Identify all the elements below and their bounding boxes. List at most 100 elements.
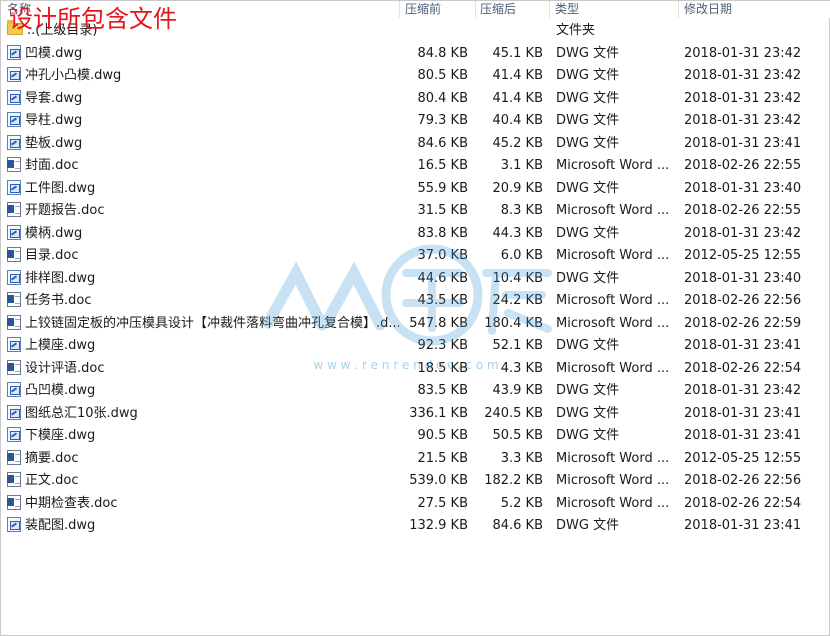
size-before: 55.9 KB [417,180,468,196]
modified-date: 2018-01-31 23:40 [684,270,802,286]
archive-window: 名称 压缩前 压缩后 类型 修改日期 设计所包含文件 ..(上级目录) 文件夹 … [0,0,830,636]
file-name: 任务书.doc [25,293,92,308]
size-before: 43.5 KB [417,293,468,308]
size-after: 3.3 KB [500,450,543,466]
file-row[interactable]: 排样图.dwg 44.6 KB 10.4 KB DWG 文件 2018-01-31 23… [1,268,830,291]
dwg-file-icon [7,179,21,195]
file-name: 凹模.dwg [25,45,83,61]
file-type: DWG 文件 [556,113,620,128]
file-name-cell: 排样图.dwg [7,268,399,291]
file-row[interactable]: 上模座.dwg 92.3 KB 52.1 KB DWG 文件 2018-01-31 23… [1,335,830,358]
file-type: Microsoft Word ... [556,293,670,308]
size-after: 4.3 KB [500,360,543,376]
file-name: 封面.doc [25,158,79,173]
file-row[interactable]: 装配图.dwg 132.9 KB 84.6 KB DWG 文件 2018-01-31 2… [1,515,830,538]
column-divider[interactable] [678,1,679,18]
file-row[interactable]: 开题报告.doc 31.5 KB 8.3 KB Microsoft Word ... 2… [1,200,830,223]
size-after: 8.3 KB [500,203,543,218]
file-name-cell: 目录.doc [7,245,399,268]
size-before: 44.6 KB [417,270,468,286]
file-name-cell: 开题报告.doc [7,200,399,223]
column-header-size-after[interactable]: 压缩后 [480,1,516,18]
file-row[interactable]: 上铰链固定板的冲压模具设计【冲裁件落料弯曲冲孔复合模】.d... 547.8 KB… [1,313,830,336]
file-name: 下模座.dwg [25,428,96,443]
dwg-file-icon [7,224,21,240]
column-divider[interactable] [475,1,476,18]
word-document-icon [7,157,21,172]
file-row[interactable]: 模柄.dwg 83.8 KB 44.3 KB DWG 文件 2018-01-31 23:… [1,223,830,246]
size-before: 92.3 KB [417,338,468,353]
file-row[interactable]: 目录.doc 37.0 KB 6.0 KB Microsoft Word ... 201… [1,245,830,268]
modified-date: 2018-01-31 23:40 [684,180,802,196]
modified-date: 2018-01-31 23:41 [684,428,802,443]
modified-date: 2012-05-25 12:55 [684,248,802,263]
file-name: 上铰链固定板的冲压模具设计【冲裁件落料弯曲冲孔复合模】.d... [25,315,399,331]
size-before: 83.8 KB [417,225,468,241]
overlay-title: 设计所包含文件 [9,5,177,33]
size-before: 37.0 KB [417,248,468,263]
file-type: Microsoft Word ... [556,203,670,218]
size-after: 41.4 KB [492,68,543,83]
file-type: DWG 文件 [556,135,620,151]
modified-date: 2018-02-26 22:54 [684,360,802,376]
file-row[interactable]: 凸凹模.dwg 83.5 KB 43.9 KB DWG 文件 2018-01-31 23… [1,380,830,403]
dwg-file-icon [7,427,21,442]
modified-date: 2018-01-31 23:42 [684,383,802,398]
column-header-type[interactable]: 类型 [555,1,579,18]
modified-date: 2018-01-31 23:41 [684,518,802,533]
dwg-file-icon [7,517,21,532]
file-name-cell: 垫板.dwg [7,133,399,156]
file-row[interactable]: 导柱.dwg 79.3 KB 40.4 KB DWG 文件 2018-01-31 23:… [1,110,830,133]
file-type: DWG 文件 [556,68,620,83]
dwg-file-icon [7,404,21,420]
file-name: 正文.doc [25,473,79,488]
file-row[interactable]: 导套.dwg 80.4 KB 41.4 KB DWG 文件 2018-01-31 23:… [1,88,830,111]
word-document-icon [7,314,21,330]
file-row[interactable]: 凹模.dwg 84.8 KB 45.1 KB DWG 文件 2018-01-31 23:… [1,43,830,66]
file-row[interactable]: 工件图.dwg 55.9 KB 20.9 KB DWG 文件 2018-01-31 23… [1,178,830,201]
size-after: 182.2 KB [484,473,543,488]
file-row[interactable]: 设计评语.doc 18.5 KB 4.3 KB Microsoft Word ... 2… [1,358,830,381]
file-name-cell: 正文.doc [7,470,399,493]
file-row[interactable]: 封面.doc 16.5 KB 3.1 KB Microsoft Word ... 201… [1,155,830,178]
modified-date: 2018-02-26 22:55 [684,203,802,218]
column-divider[interactable] [549,1,550,18]
dwg-file-icon [7,44,21,60]
file-row[interactable]: 下模座.dwg 90.5 KB 50.5 KB DWG 文件 2018-01-31 23… [1,425,830,448]
file-row[interactable]: 中期检查表.doc 27.5 KB 5.2 KB Microsoft Word ...… [1,493,830,516]
file-row[interactable]: 冲孔小凸模.dwg 80.5 KB 41.4 KB DWG 文件 2018-01-31 … [1,65,830,88]
dwg-file-icon [7,337,21,352]
file-name: 摘要.doc [25,450,79,466]
file-name: 目录.doc [25,248,79,263]
dwg-file-icon [7,112,21,127]
column-header-modified[interactable]: 修改日期 [684,1,732,18]
file-type: DWG 文件 [556,180,620,196]
column-divider[interactable] [399,1,400,18]
file-row[interactable]: 图纸总汇10张.dwg 336.1 KB 240.5 KB DWG 文件 2018-01… [1,403,830,426]
size-before: 80.5 KB [417,68,468,83]
file-type: DWG 文件 [556,405,620,421]
file-name-cell: 中期检查表.doc [7,493,399,516]
modified-date: 2018-01-31 23:41 [684,135,802,151]
word-document-icon [7,359,21,375]
modified-date: 2018-01-31 23:42 [684,45,802,61]
dwg-file-icon [7,269,21,285]
file-name-cell: 设计评语.doc [7,358,399,381]
file-type: Microsoft Word ... [556,473,670,488]
file-row[interactable]: 摘要.doc 21.5 KB 3.3 KB Microsoft Word ... 201… [1,448,830,471]
file-row[interactable]: 任务书.doc 43.5 KB 24.2 KB Microsoft Word ... 2… [1,290,830,313]
file-name-cell: 冲孔小凸模.dwg [7,65,399,88]
file-row[interactable]: 垫板.dwg 84.6 KB 45.2 KB DWG 文件 2018-01-31 23:… [1,133,830,156]
word-document-icon [7,202,21,217]
size-after: 52.1 KB [492,338,543,353]
size-after: 44.3 KB [492,225,543,241]
file-type: Microsoft Word ... [556,495,670,511]
modified-date: 2018-02-26 22:56 [684,473,802,488]
modified-date: 2018-01-31 23:42 [684,225,802,241]
file-row[interactable]: 正文.doc 539.0 KB 182.2 KB Microsoft Word ...… [1,470,830,493]
column-header-size-before[interactable]: 压缩前 [405,1,441,18]
file-name-cell: 下模座.dwg [7,425,399,448]
word-document-icon [7,449,21,465]
parent-directory-type: 文件夹 [556,23,596,38]
size-after: 240.5 KB [484,405,543,421]
